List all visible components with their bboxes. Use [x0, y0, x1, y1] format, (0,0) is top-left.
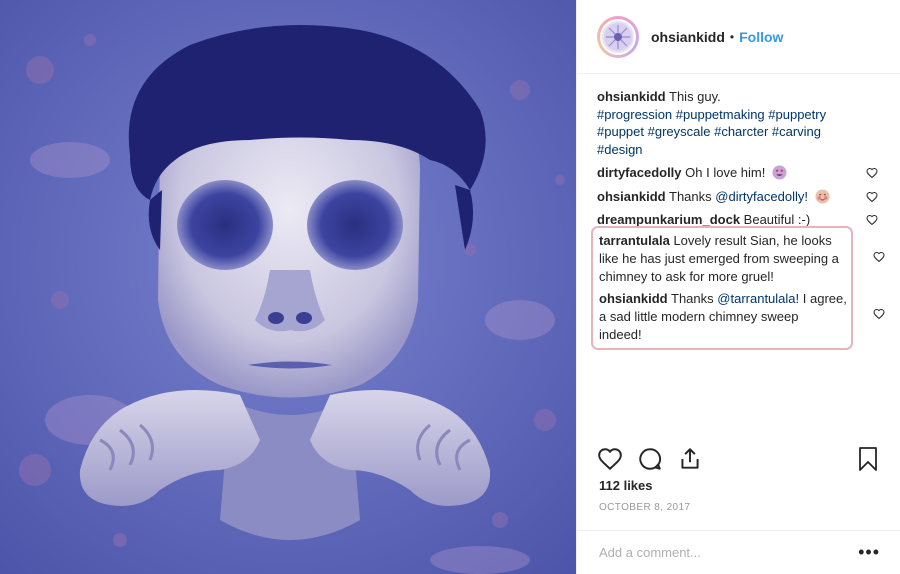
- comment-text-line-2: a sad little modern chimney sweep: [599, 309, 799, 324]
- heart-small-icon[interactable]: [873, 251, 885, 263]
- comments-list: ohsiankidd This guy. #progression #puppe…: [577, 74, 900, 229]
- comment-username[interactable]: dreampunkarium_dock: [597, 212, 740, 227]
- comment-username[interactable]: ohsiankidd: [597, 189, 666, 204]
- avatar-image: [600, 18, 636, 55]
- post-header: ohsiankidd • Follow: [577, 0, 900, 74]
- comment-text: Oh I love him!: [685, 165, 766, 180]
- heart-small-icon[interactable]: [873, 308, 885, 320]
- caption: ohsiankidd This guy. #progression #puppe…: [597, 88, 880, 158]
- puppet-photo: [0, 0, 576, 574]
- add-comment-bar: •••: [577, 530, 900, 574]
- hashtags-line-2[interactable]: #puppet #greyscale #charcter #carving: [597, 124, 821, 139]
- caption-text: This guy.: [669, 89, 721, 104]
- username-link[interactable]: ohsiankidd: [651, 29, 725, 45]
- action-bar: [597, 444, 880, 474]
- share-icon[interactable]: [677, 446, 703, 472]
- comment-item: ohsiankidd Thanks @tarrantulala! I agree…: [599, 290, 855, 344]
- comment-item: dreampunkarium_dock Beautiful :-): [597, 211, 880, 229]
- instagram-post: ohsiankidd • Follow ohsiankidd This guy.…: [0, 0, 900, 574]
- mention-link[interactable]: @dirtyfacedolly!: [715, 189, 808, 204]
- comment-item: tarrantulala Lovely result Sian, he look…: [599, 232, 855, 286]
- more-options-button[interactable]: •••: [858, 542, 880, 563]
- heart-small-icon[interactable]: [866, 167, 878, 179]
- post-image: [0, 0, 576, 574]
- comment-text-line-3: indeed!: [599, 327, 642, 342]
- hashtags-line-1[interactable]: #progression #puppetmaking #puppetry: [597, 107, 826, 122]
- post-date: OCTOBER 8, 2017: [599, 502, 691, 513]
- mention-link[interactable]: @tarrantulala!: [717, 291, 799, 306]
- heart-small-icon[interactable]: [866, 214, 878, 226]
- bookmark-icon[interactable]: [856, 446, 880, 472]
- comment-text: Thanks: [671, 291, 714, 306]
- comment-username[interactable]: tarrantulala: [599, 233, 670, 248]
- comment-text-line-1-rest: I agree,: [802, 291, 847, 306]
- likes-count[interactable]: 112 likes: [599, 478, 653, 493]
- comment-input[interactable]: [597, 544, 859, 561]
- caption-username[interactable]: ohsiankidd: [597, 89, 666, 104]
- hashtags-line-3[interactable]: #design: [597, 142, 643, 157]
- comment-text: Thanks: [669, 188, 712, 204]
- comment-username[interactable]: dirtyfacedolly: [597, 165, 682, 180]
- post-details-panel: ohsiankidd • Follow ohsiankidd This guy.…: [576, 0, 900, 574]
- like-icon[interactable]: [597, 446, 623, 472]
- comment-text-line-1: Lovely result Sian, he looks: [673, 233, 832, 248]
- comment-text-line-3: chimney to ask for more gruel!: [599, 269, 774, 284]
- comment-icon[interactable]: [637, 446, 663, 472]
- comment-text-line-2: like he has just emerged from sweeping a: [599, 251, 839, 266]
- separator-dot: •: [729, 29, 735, 44]
- comment-item: ohsiankidd Thanks @dirtyfacedolly!: [597, 188, 880, 206]
- comment-username[interactable]: ohsiankidd: [599, 291, 668, 306]
- blushing-emoji-icon: [815, 188, 830, 204]
- comment-text: Beautiful :-): [743, 212, 811, 227]
- flower-icon: [604, 22, 632, 51]
- comment-item: dirtyfacedolly Oh I love him!: [597, 164, 880, 182]
- follow-button[interactable]: Follow: [739, 29, 783, 45]
- heart-eyes-emoji-icon: [772, 165, 787, 180]
- heart-small-icon[interactable]: [866, 191, 878, 203]
- avatar[interactable]: [597, 15, 639, 58]
